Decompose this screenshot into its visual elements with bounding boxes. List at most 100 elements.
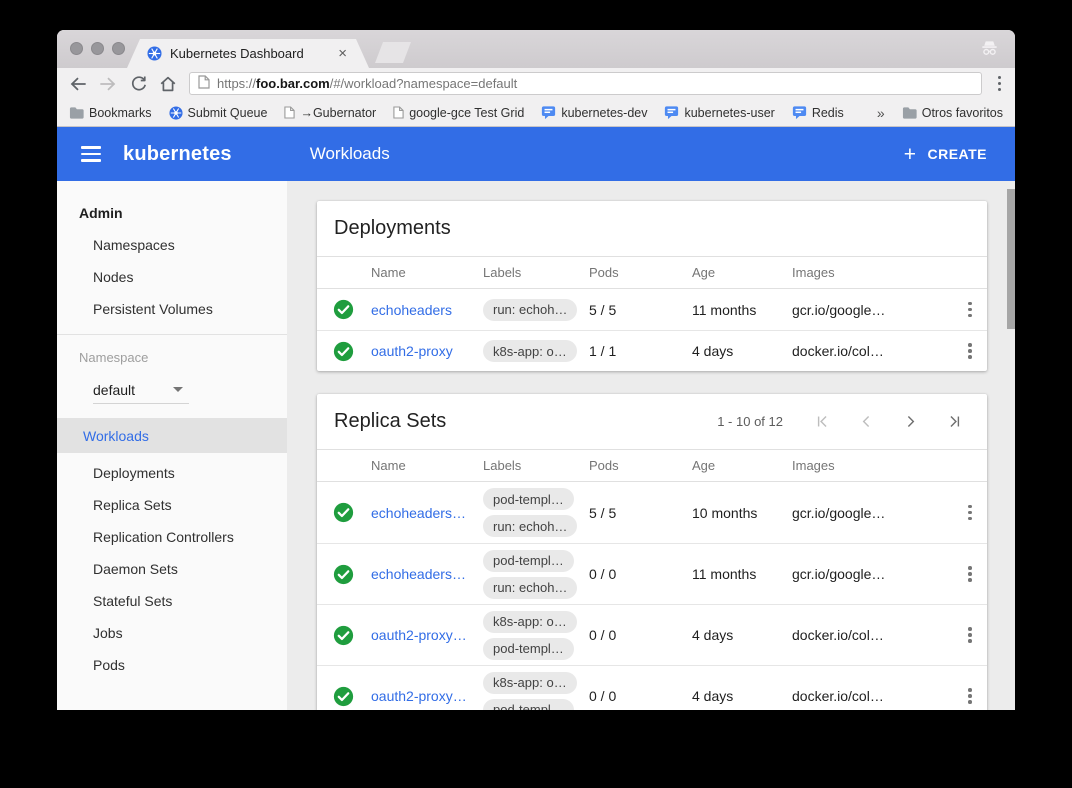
- pods-cell: 5 / 5: [589, 505, 692, 521]
- table-row: echoheaders… pod-templ… run: echoh… 5 / …: [317, 482, 987, 543]
- age-cell: 11 months: [692, 566, 792, 582]
- pods-cell: 0 / 0: [589, 566, 692, 582]
- images-cell: gcr.io/google…: [792, 566, 941, 582]
- status-ok-icon: [333, 299, 371, 320]
- row-menu-button[interactable]: [965, 339, 975, 363]
- row-menu-button[interactable]: [965, 623, 975, 647]
- tab-strip: Kubernetes Dashboard ×: [57, 30, 1015, 68]
- kubernetes-icon: [169, 106, 183, 120]
- status-ok-icon: [333, 564, 371, 585]
- table-row: echoheaders… pod-templ… run: echoh… 0 / …: [317, 543, 987, 604]
- table-row: oauth2-proxy… k8s-app: o… pod-templ… 0 /…: [317, 665, 987, 710]
- browser-menu-button[interactable]: [992, 76, 1008, 92]
- bookmarks-bar: Bookmarks Submit Queue →Gubernator googl…: [57, 99, 1015, 127]
- sidebar-item-persistent-volumes[interactable]: Persistent Volumes: [57, 293, 287, 325]
- bookmarks-overflow-chevrons[interactable]: »: [877, 105, 885, 121]
- previous-page-button[interactable]: [858, 413, 875, 430]
- first-page-button[interactable]: [814, 413, 831, 430]
- folder-icon: [69, 106, 84, 119]
- minimize-window-button[interactable]: [91, 42, 104, 55]
- row-menu-button[interactable]: [965, 298, 975, 322]
- sidebar-item-admin[interactable]: Admin: [57, 197, 287, 229]
- table-row: echoheaders run: echoh… 5 / 5 11 months …: [317, 289, 987, 330]
- row-menu-button[interactable]: [965, 684, 975, 708]
- sidebar-item-jobs[interactable]: Jobs: [57, 617, 287, 649]
- bookmark-item[interactable]: google-gce Test Grid: [393, 106, 524, 120]
- browser-tab[interactable]: Kubernetes Dashboard ×: [127, 39, 369, 68]
- sidebar-item-daemon-sets[interactable]: Daemon Sets: [57, 553, 287, 585]
- sidebar-item-replication-controllers[interactable]: Replication Controllers: [57, 521, 287, 553]
- resource-link[interactable]: echoheaders…: [371, 566, 483, 582]
- card-title: Deployments: [334, 217, 451, 240]
- status-ok-icon: [333, 625, 371, 646]
- hamburger-menu-icon[interactable]: [81, 146, 101, 162]
- page-icon: [284, 106, 295, 119]
- pods-cell: 0 / 0: [589, 627, 692, 643]
- tab-close-icon[interactable]: ×: [336, 46, 349, 61]
- address-bar[interactable]: https://foo.bar.com/#/workload?namespace…: [189, 72, 982, 95]
- status-ok-icon: [333, 502, 371, 523]
- folder-icon: [902, 106, 917, 119]
- deployments-card: Deployments Name Labels Pods Age Images …: [317, 201, 987, 371]
- label-chip: pod-templ…: [483, 638, 574, 660]
- label-chip: run: echoh…: [483, 515, 577, 537]
- browser-toolbar: https://foo.bar.com/#/workload?namespace…: [57, 68, 1015, 99]
- sidebar: Admin Namespaces Nodes Persistent Volume…: [57, 181, 287, 710]
- back-button[interactable]: [65, 71, 91, 97]
- resource-link[interactable]: oauth2-proxy…: [371, 627, 483, 643]
- sidebar-item-stateful-sets[interactable]: Stateful Sets: [57, 585, 287, 617]
- sidebar-item-deployments[interactable]: Deployments: [57, 457, 287, 489]
- images-cell: gcr.io/google…: [792, 505, 941, 521]
- bookmark-item[interactable]: kubernetes-dev: [541, 105, 647, 120]
- incognito-icon: [980, 39, 999, 62]
- bookmark-item[interactable]: Redis: [792, 105, 844, 120]
- sidebar-item-pods[interactable]: Pods: [57, 649, 287, 681]
- bookmark-item[interactable]: →Gubernator: [284, 106, 376, 120]
- next-page-button[interactable]: [902, 413, 919, 430]
- kubernetes-logo[interactable]: kubernetes: [123, 143, 232, 166]
- url-path: /#/workload?namespace=default: [330, 76, 518, 91]
- zoom-window-button[interactable]: [112, 42, 125, 55]
- sidebar-item-nodes[interactable]: Nodes: [57, 261, 287, 293]
- vertical-scrollbar-thumb[interactable]: [1007, 189, 1015, 329]
- other-bookmarks-folder[interactable]: Otros favoritos: [902, 106, 1003, 120]
- table-header: Name Labels Pods Age Images: [317, 257, 987, 289]
- bookmark-item[interactable]: kubernetes-user: [664, 105, 774, 120]
- new-tab-button[interactable]: [375, 42, 411, 63]
- app-header: kubernetes Workloads + CREATE: [57, 127, 1015, 181]
- namespace-label: Namespace: [57, 344, 287, 370]
- pagination: 1 - 10 of 12: [717, 413, 963, 430]
- sidebar-divider: [57, 334, 287, 335]
- table-header: Name Labels Pods Age Images: [317, 450, 987, 482]
- label-chip: run: echoh…: [483, 577, 577, 599]
- tab-title: Kubernetes Dashboard: [170, 46, 328, 61]
- reload-button[interactable]: [125, 71, 151, 97]
- sidebar-item-workloads[interactable]: Workloads: [57, 418, 287, 453]
- chevron-down-icon: [173, 387, 183, 392]
- last-page-button[interactable]: [946, 413, 963, 430]
- sidebar-item-namespaces[interactable]: Namespaces: [57, 229, 287, 261]
- close-window-button[interactable]: [70, 42, 83, 55]
- resource-link[interactable]: echoheaders…: [371, 505, 483, 521]
- resource-link[interactable]: echoheaders: [371, 302, 483, 318]
- kubernetes-favicon: [147, 46, 162, 61]
- namespace-select[interactable]: default: [93, 376, 189, 404]
- bookmark-folder[interactable]: Bookmarks: [69, 106, 152, 120]
- pagination-range-label: 1 - 10 of 12: [717, 414, 783, 429]
- age-cell: 4 days: [692, 627, 792, 643]
- url-host: foo.bar.com: [256, 76, 330, 91]
- label-chip: k8s-app: o…: [483, 672, 577, 694]
- pods-cell: 0 / 0: [589, 688, 692, 704]
- replica-sets-card: Replica Sets 1 - 10 of 12 Name Labels Po…: [317, 394, 987, 710]
- forward-button[interactable]: [95, 71, 121, 97]
- sidebar-item-replica-sets[interactable]: Replica Sets: [57, 489, 287, 521]
- page-icon: [393, 106, 404, 119]
- resource-link[interactable]: oauth2-proxy…: [371, 688, 483, 704]
- resource-link[interactable]: oauth2-proxy: [371, 343, 483, 359]
- row-menu-button[interactable]: [965, 501, 975, 525]
- status-ok-icon: [333, 341, 371, 362]
- create-button[interactable]: + CREATE: [904, 144, 987, 165]
- home-button[interactable]: [155, 71, 181, 97]
- row-menu-button[interactable]: [965, 562, 975, 586]
- bookmark-item[interactable]: Submit Queue: [169, 106, 268, 120]
